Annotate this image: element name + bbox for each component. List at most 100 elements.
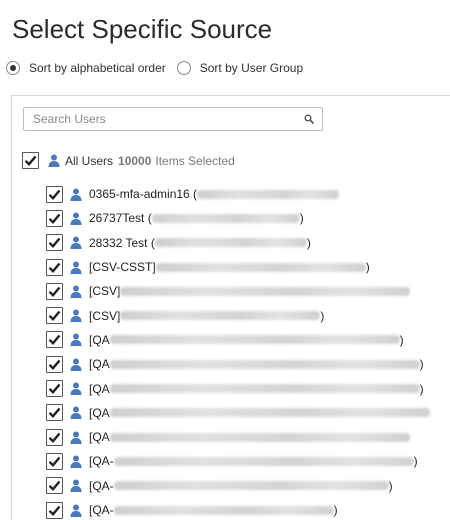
- user-checkbox[interactable]: [46, 380, 63, 398]
- list-item[interactable]: 0365-mfa-admin16 (: [46, 182, 430, 206]
- user-name: [QA-: [89, 454, 114, 469]
- redacted-text: [109, 335, 400, 345]
- user-checkbox[interactable]: [46, 477, 63, 495]
- user-icon: [48, 154, 60, 167]
- user-checkbox[interactable]: [46, 282, 63, 300]
- sort-alphabetical-option[interactable]: Sort by alphabetical order: [6, 61, 166, 75]
- list-item[interactable]: [QA ): [46, 328, 430, 352]
- user-list: 0365-mfa-admin16 ( 26737Test ( ) 28332 T…: [46, 182, 430, 520]
- user-name: [QA: [89, 357, 110, 372]
- redacted-text: [120, 311, 321, 321]
- redacted-text: [109, 408, 430, 418]
- sort-alphabetical-radio[interactable]: [6, 61, 20, 75]
- user-checkbox[interactable]: [46, 258, 63, 276]
- user-icon: [70, 504, 82, 517]
- list-item[interactable]: [QA ): [46, 376, 430, 400]
- user-checkbox[interactable]: [46, 234, 63, 252]
- list-item[interactable]: [QA- ): [46, 474, 430, 498]
- redacted-text: [109, 432, 410, 442]
- user-icon: [70, 479, 82, 493]
- user-checkbox[interactable]: [46, 428, 63, 446]
- user-name: 0365-mfa-admin16 (: [89, 187, 198, 202]
- redacted-text: [109, 384, 420, 394]
- user-name: [CSV]: [89, 284, 121, 299]
- sort-user-group-radio[interactable]: [176, 61, 191, 75]
- list-item[interactable]: [QA: [46, 425, 430, 449]
- sort-options: Sort by alphabetical order Sort by User …: [6, 61, 314, 75]
- sort-user-group-label: Sort by User Group: [199, 61, 304, 75]
- redacted-text: [109, 359, 420, 369]
- user-checkbox[interactable]: [46, 355, 63, 373]
- list-item[interactable]: 28332 Test ( ): [46, 231, 430, 255]
- user-icon: [70, 285, 82, 298]
- list-item[interactable]: [QA- ): [46, 449, 430, 473]
- user-checkbox[interactable]: [46, 209, 63, 227]
- user-icon: [70, 358, 82, 371]
- user-name: [QA: [89, 405, 110, 420]
- list-item[interactable]: [QA ): [46, 352, 430, 376]
- check-icon: [24, 155, 37, 166]
- selected-count: 10000: [118, 153, 152, 168]
- check-icon: [48, 408, 61, 419]
- list-item[interactable]: [QA- ): [46, 498, 430, 520]
- user-name: 28332 Test (: [89, 235, 155, 250]
- check-icon: [48, 480, 61, 492]
- user-icon: [70, 455, 82, 468]
- search-input[interactable]: [24, 108, 294, 130]
- search-icon[interactable]: [304, 114, 314, 124]
- user-name: [QA-: [89, 478, 114, 493]
- check-icon: [48, 237, 61, 249]
- redacted-text: [120, 286, 411, 296]
- sort-user-group-option[interactable]: Sort by User Group: [176, 61, 304, 75]
- user-checkbox[interactable]: [46, 307, 63, 325]
- user-name: [QA: [89, 332, 110, 347]
- user-name: [QA-: [89, 503, 114, 517]
- user-icon: [70, 431, 82, 444]
- check-icon: [48, 286, 61, 297]
- user-checkbox[interactable]: [46, 501, 63, 519]
- user-checkbox[interactable]: [46, 452, 63, 470]
- search-box: [23, 107, 323, 131]
- check-icon: [48, 310, 61, 322]
- user-name-close: ): [306, 235, 311, 250]
- check-icon: [48, 189, 61, 200]
- user-name-close: ): [419, 381, 424, 396]
- user-icon: [70, 309, 82, 323]
- user-name: [QA: [89, 430, 110, 445]
- user-name: [QA: [89, 381, 110, 396]
- check-icon: [48, 432, 61, 443]
- list-item[interactable]: [CSV]: [46, 279, 430, 303]
- check-icon: [48, 383, 61, 394]
- list-item[interactable]: 26737Test ( ): [46, 206, 430, 230]
- user-name: 26737Test (: [89, 211, 152, 226]
- check-icon: [48, 456, 61, 467]
- page-title: Select Specific Source: [12, 14, 273, 44]
- user-checkbox[interactable]: [46, 404, 63, 422]
- list-item[interactable]: [CSV] ): [46, 303, 430, 327]
- all-users-checkbox[interactable]: [22, 152, 39, 169]
- check-icon: [48, 359, 61, 370]
- redacted-text: [151, 213, 300, 223]
- user-icon: [70, 261, 82, 274]
- check-icon: [48, 335, 61, 346]
- user-icon: [70, 333, 82, 347]
- user-name-close: ): [333, 503, 338, 517]
- list-item[interactable]: [CSV-CSST] ): [46, 255, 430, 279]
- user-name: [CSV]: [89, 308, 121, 323]
- check-icon: [48, 213, 61, 224]
- sort-alphabetical-label: Sort by alphabetical order: [29, 61, 166, 75]
- all-users-label: All Users: [65, 153, 114, 168]
- all-users-row: All Users 10000 Items Selected: [22, 152, 235, 169]
- user-checkbox[interactable]: [46, 185, 63, 203]
- user-name: [CSV-CSST]: [89, 260, 156, 275]
- user-checkbox[interactable]: [46, 331, 63, 349]
- user-icon: [70, 188, 82, 201]
- redacted-text: [113, 481, 389, 491]
- redacted-text: [113, 456, 414, 466]
- list-item[interactable]: [QA: [46, 401, 430, 425]
- check-icon: [48, 505, 61, 516]
- user-name-close: ): [365, 260, 370, 275]
- redacted-text: [197, 189, 340, 199]
- user-name-close: ): [320, 308, 325, 323]
- check-icon: [48, 262, 61, 273]
